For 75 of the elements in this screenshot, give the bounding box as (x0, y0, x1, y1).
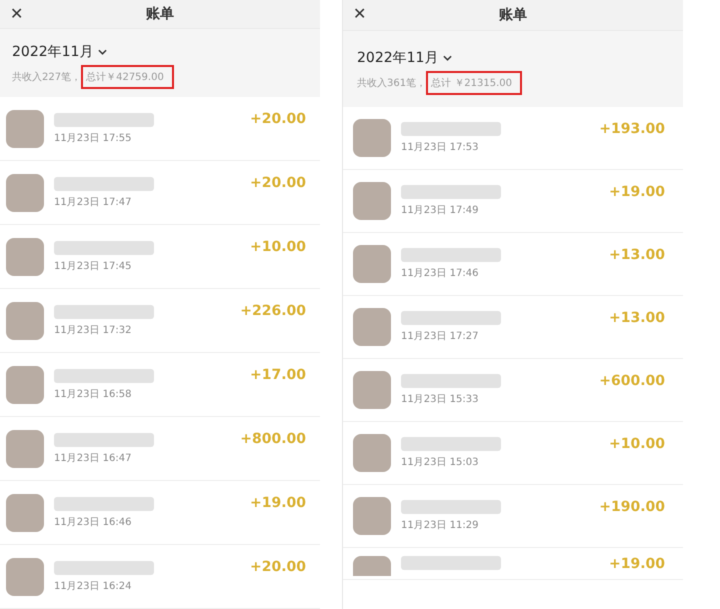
income-count: 共收入227笔， (12, 70, 82, 84)
transaction-row[interactable]: 11月23日 17:32 +226.00 (0, 289, 320, 353)
avatar-placeholder (6, 174, 44, 212)
avatar-placeholder (6, 238, 44, 276)
chevron-down-icon (443, 55, 452, 61)
transaction-row[interactable]: 11月23日 16:58 +17.00 (0, 353, 320, 417)
avatar-placeholder (6, 558, 44, 596)
transaction-time: 11月23日 17:47 (54, 196, 132, 208)
transaction-row[interactable]: 11月23日 17:27 +13.00 (343, 296, 683, 359)
transaction-time: 11月23日 17:46 (401, 267, 480, 280)
transaction-time: 11月23日 17:45 (54, 260, 132, 272)
avatar-placeholder (6, 110, 44, 148)
transaction-time: 11月23日 11:29 (401, 519, 480, 532)
transaction-amount: +20.00 (250, 111, 307, 127)
month-selector[interactable]: 2022年11月 (357, 49, 452, 67)
transaction-time: 11月23日 17:55 (54, 132, 132, 144)
transaction-time: 11月23日 16:46 (54, 516, 132, 528)
transaction-row[interactable]: 11月23日 16:46 +19.00 (0, 481, 320, 545)
transaction-row[interactable]: 11月23日 15:03 +10.00 (343, 422, 683, 485)
transaction-amount: +13.00 (608, 247, 666, 263)
page-title: 账单 (146, 5, 174, 23)
transaction-time: 11月23日 17:32 (54, 324, 132, 336)
transaction-row[interactable]: 11月23日 15:33 +600.00 (343, 359, 683, 422)
avatar-placeholder (353, 245, 391, 283)
transaction-amount: +10.00 (608, 436, 666, 452)
transaction-time: 11月23日 15:33 (401, 393, 480, 406)
avatar-placeholder (6, 430, 44, 468)
avatar-placeholder (353, 497, 391, 535)
total-amount: 总计￥42759.00 (81, 65, 174, 89)
transaction-amount: +193.00 (599, 121, 666, 137)
transaction-amount: +10.00 (250, 239, 307, 255)
month-selector[interactable]: 2022年11月 (12, 43, 108, 61)
avatar-placeholder (353, 182, 391, 220)
transaction-row[interactable]: 11月23日 17:45 +10.00 (0, 225, 320, 289)
transaction-time: 11月23日 16:47 (54, 452, 132, 464)
avatar-placeholder (6, 366, 44, 404)
page-title: 账单 (499, 6, 527, 24)
transaction-row[interactable]: 11月23日 17:53 +193.00 (343, 107, 683, 170)
avatar-placeholder (353, 434, 391, 472)
transaction-amount: +19.00 (250, 495, 307, 511)
transaction-row[interactable]: 11月23日 16:47 +800.00 (0, 417, 320, 481)
transaction-amount: +800.00 (240, 431, 307, 447)
transaction-row[interactable]: 11月23日 17:55 +20.00 (0, 97, 320, 161)
transaction-amount: +226.00 (240, 303, 307, 319)
total-amount: 总计 ￥21315.00 (426, 71, 522, 95)
close-button[interactable]: ✕ (349, 3, 370, 27)
transaction-row[interactable]: 11月23日 16:24 +20.00 (0, 545, 320, 609)
transaction-amount: +17.00 (250, 367, 307, 383)
transaction-amount: +13.00 (608, 310, 666, 326)
transaction-amount: +20.00 (250, 175, 307, 191)
avatar-placeholder (6, 494, 44, 532)
transaction-row[interactable]: 11月23日 17:47 +20.00 (0, 161, 320, 225)
close-button[interactable]: ✕ (6, 3, 27, 27)
chevron-down-icon (98, 49, 108, 55)
transaction-time: 11月23日 16:58 (54, 388, 132, 400)
transaction-row[interactable]: 11月23日 17:46 +13.00 (343, 233, 683, 296)
avatar-placeholder (353, 371, 391, 409)
transaction-amount: +20.00 (250, 559, 307, 575)
transaction-time: 11月23日 15:03 (401, 456, 480, 469)
transaction-row[interactable]: 11月23日 11:29 +190.00 (343, 485, 683, 548)
transaction-amount: +19.00 (608, 184, 666, 200)
transaction-row[interactable]: +19.00 (343, 548, 683, 580)
transaction-time: 11月23日 17:27 (401, 330, 480, 343)
avatar-placeholder (6, 302, 44, 340)
avatar-placeholder (353, 308, 391, 346)
transaction-row[interactable]: 11月23日 17:49 +19.00 (343, 170, 683, 233)
transaction-amount: +190.00 (599, 499, 666, 515)
transaction-amount: +600.00 (599, 373, 666, 389)
avatar-placeholder (353, 556, 391, 576)
transaction-time: 11月23日 17:49 (401, 204, 480, 217)
transaction-amount: +19.00 (608, 556, 666, 572)
transaction-time: 11月23日 17:53 (401, 141, 480, 154)
income-count: 共收入361笔， (357, 76, 426, 90)
avatar-placeholder (353, 119, 391, 157)
transaction-time: 11月23日 16:24 (54, 580, 132, 592)
